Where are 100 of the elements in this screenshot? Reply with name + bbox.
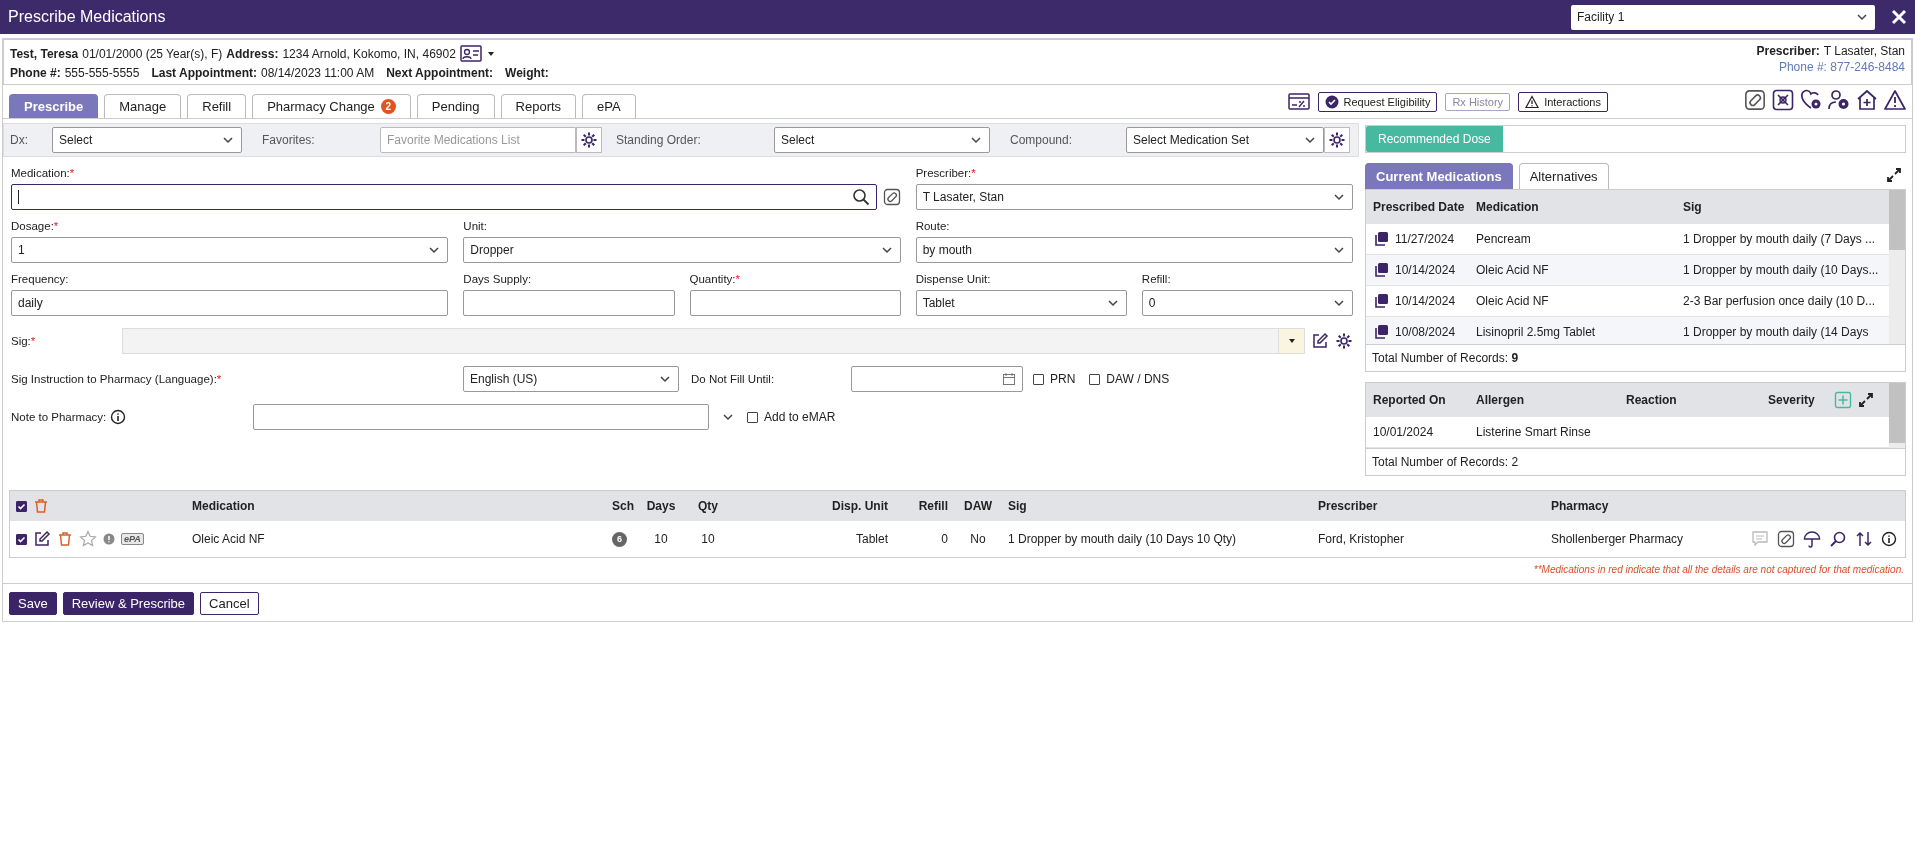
trash-icon[interactable]: [33, 498, 49, 514]
dropdown[interactable]: 0: [1141, 290, 1353, 316]
star-icon[interactable]: [79, 530, 97, 548]
tab[interactable]: Prescribe: [9, 94, 99, 118]
copy-icon[interactable]: [1373, 324, 1389, 340]
user-gear-icon[interactable]: [1828, 89, 1850, 111]
input-field[interactable]: [253, 404, 709, 430]
pill-icon[interactable]: [882, 188, 901, 206]
input-field[interactable]: daily: [11, 290, 449, 316]
dropdown[interactable]: Tablet: [915, 290, 1127, 316]
column-header: Reported On: [1372, 393, 1447, 407]
tab[interactable]: Reports: [500, 94, 577, 118]
scrollbar[interactable]: [1889, 190, 1905, 344]
field-label: Frequency:: [11, 273, 69, 285]
input-field[interactable]: [689, 290, 901, 316]
field-label: Dispense Unit:: [915, 273, 991, 285]
pill-icon[interactable]: [1744, 89, 1766, 111]
required-marker: *: [735, 273, 740, 285]
dropdown[interactable]: Dropper: [463, 237, 901, 263]
scrollbar-thumb[interactable]: [1889, 190, 1905, 250]
checkbox[interactable]: [1033, 373, 1044, 385]
column-header: Sch: [611, 499, 635, 513]
alert-icon[interactable]: [103, 533, 115, 545]
dropdown[interactable]: Select Medication Set: [1126, 127, 1324, 153]
action-button[interactable]: Review & Prescribe: [62, 592, 195, 615]
table-cell: Shollenberger Pharmacy: [1551, 532, 1684, 546]
warning-icon: [1525, 95, 1540, 109]
close-button[interactable]: [1891, 9, 1907, 25]
prescriber-phone: Phone #: 877-246-8484: [1777, 59, 1905, 75]
edit-icon[interactable]: [1311, 332, 1329, 350]
checkbox[interactable]: [1089, 373, 1101, 385]
facility-dropdown[interactable]: Facility 1: [1571, 4, 1875, 30]
dropdown[interactable]: Select: [52, 127, 242, 153]
column-header: Disp. Unit: [831, 499, 889, 513]
expand-icon[interactable]: [1886, 167, 1902, 183]
column-header: Days: [645, 499, 677, 513]
field-label: Dosage:: [11, 220, 54, 232]
magnifier-icon[interactable]: [1829, 530, 1847, 548]
toolbar-button[interactable]: Interactions: [1518, 92, 1608, 112]
warning-icon[interactable]: [1884, 89, 1906, 111]
settings-icon: [580, 131, 598, 149]
table-cell: Oleic Acid NF: [192, 532, 265, 546]
dropdown[interactable]: Select: [774, 127, 990, 153]
field-label: Days Supply:: [463, 273, 532, 285]
tab[interactable]: Pending: [416, 94, 495, 118]
pill-icon[interactable]: [1777, 530, 1795, 548]
tab[interactable]: Pharmacy Change 2: [252, 94, 411, 118]
settings-button[interactable]: [1324, 127, 1350, 153]
tab[interactable]: Current Medications: [1365, 163, 1513, 189]
info-icon[interactable]: [1881, 531, 1897, 547]
copy-icon[interactable]: [1373, 262, 1389, 278]
table-cell: 2-3 Bar perfusion once daily (10 D...: [1683, 294, 1876, 308]
date-field[interactable]: [851, 366, 1023, 392]
discount-card-icon[interactable]: [1287, 91, 1310, 113]
action-button[interactable]: Save: [9, 592, 57, 615]
house-plus-icon[interactable]: [1856, 89, 1878, 111]
info-icon[interactable]: [110, 409, 127, 425]
phone-value: 555-555-5555: [64, 65, 140, 81]
edit-icon[interactable]: [33, 530, 51, 548]
field-label: Quantity:: [689, 273, 736, 285]
column-header: Medication: [191, 499, 256, 513]
column-header: Qty: [697, 499, 719, 513]
tab[interactable]: ePA: [582, 94, 636, 118]
table-cell: Ford, Kristopher: [1318, 532, 1405, 546]
epa-tag: ePA: [121, 533, 144, 545]
field-label: Dx:: [10, 133, 29, 147]
input-field[interactable]: [463, 290, 675, 316]
search-icon[interactable]: [851, 188, 870, 206]
x-square-icon[interactable]: [1772, 89, 1794, 111]
umbrella-icon[interactable]: [1803, 530, 1821, 548]
checkbox-label: Add to eMAR: [764, 410, 836, 424]
cancel-button[interactable]: Cancel: [200, 592, 259, 615]
copy-icon[interactable]: [1373, 231, 1389, 247]
toolbar-button[interactable]: Request Eligibility: [1317, 92, 1438, 112]
dropdown[interactable]: T Lasater, Stan: [915, 184, 1353, 210]
table-cell: 10: [654, 532, 668, 546]
copy-icon[interactable]: [1373, 293, 1389, 309]
dropdown[interactable]: by mouth: [915, 237, 1353, 263]
settings-icon[interactable]: [1335, 332, 1353, 350]
select-all-checkbox[interactable]: [16, 500, 27, 512]
tab[interactable]: Manage: [104, 94, 182, 118]
expand-icon[interactable]: [1858, 392, 1874, 408]
checkbox[interactable]: [747, 411, 758, 423]
field-label: Prescriber:: [915, 167, 972, 179]
trash-icon[interactable]: [57, 531, 73, 547]
sort-icon[interactable]: [1855, 530, 1873, 548]
prescriber-name: T Lasater, Stan: [1823, 43, 1905, 59]
settings-button[interactable]: [576, 127, 602, 153]
heart-gear-icon[interactable]: [1800, 89, 1822, 111]
tab[interactable]: Alternatives: [1518, 163, 1609, 189]
column-header: Medication: [1475, 200, 1540, 214]
row-checkbox[interactable]: [16, 533, 27, 545]
sig-field[interactable]: [122, 328, 1305, 354]
tab[interactable]: Refill: [187, 94, 247, 118]
dropdown[interactable]: 1: [11, 237, 449, 263]
dropdown[interactable]: English (US): [463, 366, 679, 392]
table-cell: 1 Dropper by mouth daily (10 Days 10 Qty): [1008, 532, 1237, 546]
id-card-icon[interactable]: [459, 43, 482, 65]
schedule-badge: 6: [612, 531, 627, 547]
search-field[interactable]: [11, 184, 877, 210]
